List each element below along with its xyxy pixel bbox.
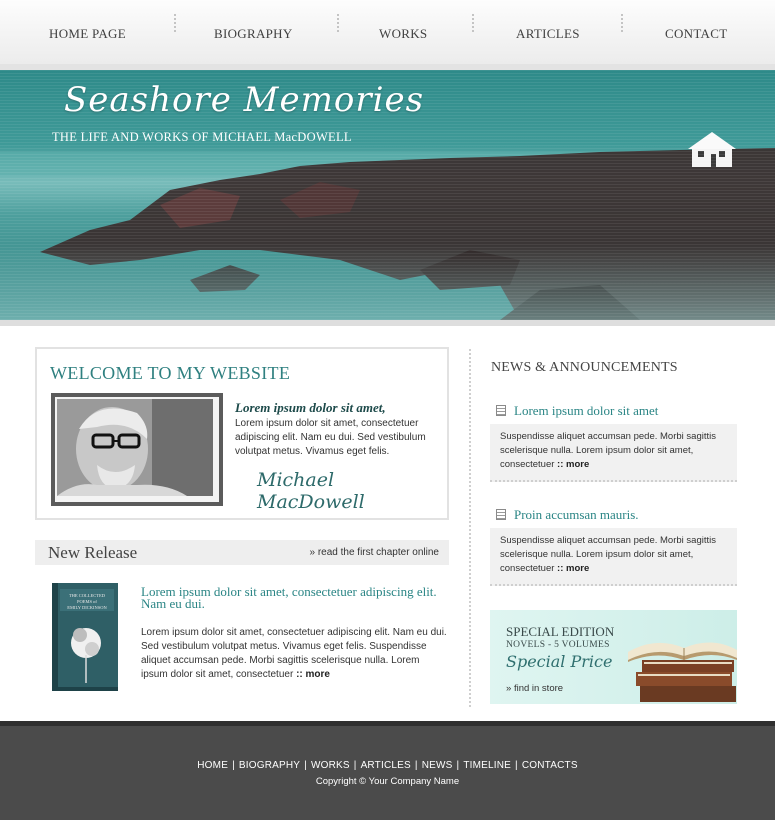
welcome-title: WELCOME TO MY WEBSITE [50, 363, 291, 383]
special-edition-subtitle: NOVELS - 5 VOLUMES [506, 640, 610, 650]
book-cover-image[interactable]: THE COLLECTED POEMS of EMILY DICKINSON [50, 583, 120, 693]
release-text: Lorem ipsum dolor sit amet, consectetuer… [141, 626, 447, 682]
read-chapter-link[interactable]: » read the first chapter online [309, 547, 439, 558]
document-icon [496, 405, 506, 416]
nav-contact[interactable]: CONTACT [665, 26, 727, 42]
release-more-link[interactable]: :: more [296, 669, 330, 680]
footer-separator: | [232, 760, 235, 771]
news-item-title: Proin accumsan mauris. [514, 507, 639, 522]
document-icon [496, 509, 506, 520]
footer-link-contacts[interactable]: CONTACTS [522, 760, 578, 771]
nav-works[interactable]: WORKS [379, 26, 427, 42]
nav-divider [621, 14, 623, 32]
footer: HOME | BIOGRAPHY | WORKS | ARTICLES | NEWS | TIMEL… [0, 721, 775, 820]
special-price-label: Special Price [506, 652, 613, 671]
welcome-text: Lorem ipsum dolor sit amet, consectetuer… [235, 418, 426, 457]
new-release-bar: New Release » read the first chapter onl… [35, 540, 449, 565]
footer-link-biography[interactable]: BIOGRAPHY [239, 760, 300, 771]
new-release-title: New Release [48, 543, 138, 562]
book-stack-image [628, 642, 737, 702]
site-title: Seashore Memories [64, 80, 425, 120]
footer-link-home[interactable]: HOME [197, 760, 228, 771]
news-item-title: Lorem ipsum dolor sit amet [514, 403, 659, 418]
welcome-lead: Lorem ipsum dolor sit amet, [235, 400, 386, 415]
footer-separator: | [515, 760, 518, 771]
top-navigation: HOME PAGE BIOGRAPHY WORKS ARTICLES CONTA… [0, 0, 775, 64]
news-more-link[interactable]: :: more [557, 563, 589, 574]
nav-divider [337, 14, 339, 32]
nav-home[interactable]: HOME PAGE [49, 26, 126, 42]
footer-link-timeline[interactable]: TIMELINE [463, 760, 511, 771]
author-signature: Michael MacDowell [257, 469, 365, 513]
svg-text:POEMS of: POEMS of [77, 599, 97, 604]
svg-text:THE COLLECTED: THE COLLECTED [69, 593, 106, 598]
nav-articles[interactable]: ARTICLES [516, 26, 580, 42]
welcome-box: WELCOME TO MY WEBSITE Lorem ipsum dolor … [35, 347, 449, 520]
footer-separator: | [304, 760, 307, 771]
news-item-heading[interactable]: Lorem ipsum dolor sit amet [496, 403, 658, 419]
find-in-store-link[interactable]: » find in store [506, 683, 563, 694]
column-divider [469, 349, 471, 707]
header-banner: Seashore Memories THE LIFE AND WORKS OF … [0, 70, 775, 320]
news-more-link[interactable]: :: more [557, 459, 589, 470]
nav-divider [472, 14, 474, 32]
banner-rule [0, 320, 775, 326]
footer-separator: | [414, 760, 418, 771]
footer-link-articles[interactable]: ARTICLES [361, 760, 411, 771]
nav-biography[interactable]: BIOGRAPHY [214, 26, 293, 42]
site-subtitle: THE LIFE AND WORKS OF MICHAEL MacDOWELL [52, 130, 352, 144]
news-item-text: Suspendisse aliquet accumsan pede. Morbi… [500, 431, 716, 470]
find-in-store-label: find in store [513, 683, 564, 694]
svg-text:EMILY DICKINSON: EMILY DICKINSON [67, 605, 107, 610]
footer-separator: | [456, 760, 460, 771]
news-item-text: Suspendisse aliquet accumsan pede. Morbi… [500, 535, 716, 574]
footer-links: HOME | BIOGRAPHY | WORKS | ARTICLES | NEWS | TIMEL… [0, 760, 775, 771]
read-chapter-label: read the first chapter online [317, 547, 439, 558]
release-body: Lorem ipsum dolor sit amet, consectetuer… [141, 627, 447, 680]
news-item-body: Suspendisse aliquet accumsan pede. Morbi… [490, 424, 737, 482]
double-chevron-icon: » [506, 683, 514, 694]
copyright-text: Copyright © Your Company Name [315, 776, 460, 787]
news-item-heading[interactable]: Proin accumsan mauris. [496, 507, 639, 523]
special-edition-banner[interactable]: SPECIAL EDITION NOVELS - 5 VOLUMES Speci… [490, 610, 737, 704]
news-item-body: Suspendisse aliquet accumsan pede. Morbi… [490, 528, 737, 586]
author-portrait [51, 393, 223, 506]
footer-link-news[interactable]: NEWS [422, 760, 453, 771]
footer-separator: | [353, 760, 357, 771]
news-title: NEWS & ANNOUNCEMENTS [491, 360, 678, 375]
nav-divider [174, 14, 176, 32]
special-edition-title: SPECIAL EDITION [506, 624, 615, 639]
release-heading[interactable]: Lorem ipsum dolor sit amet, consectetuer… [141, 585, 443, 610]
double-chevron-icon: » [309, 547, 318, 558]
footer-link-works[interactable]: WORKS [311, 760, 350, 771]
